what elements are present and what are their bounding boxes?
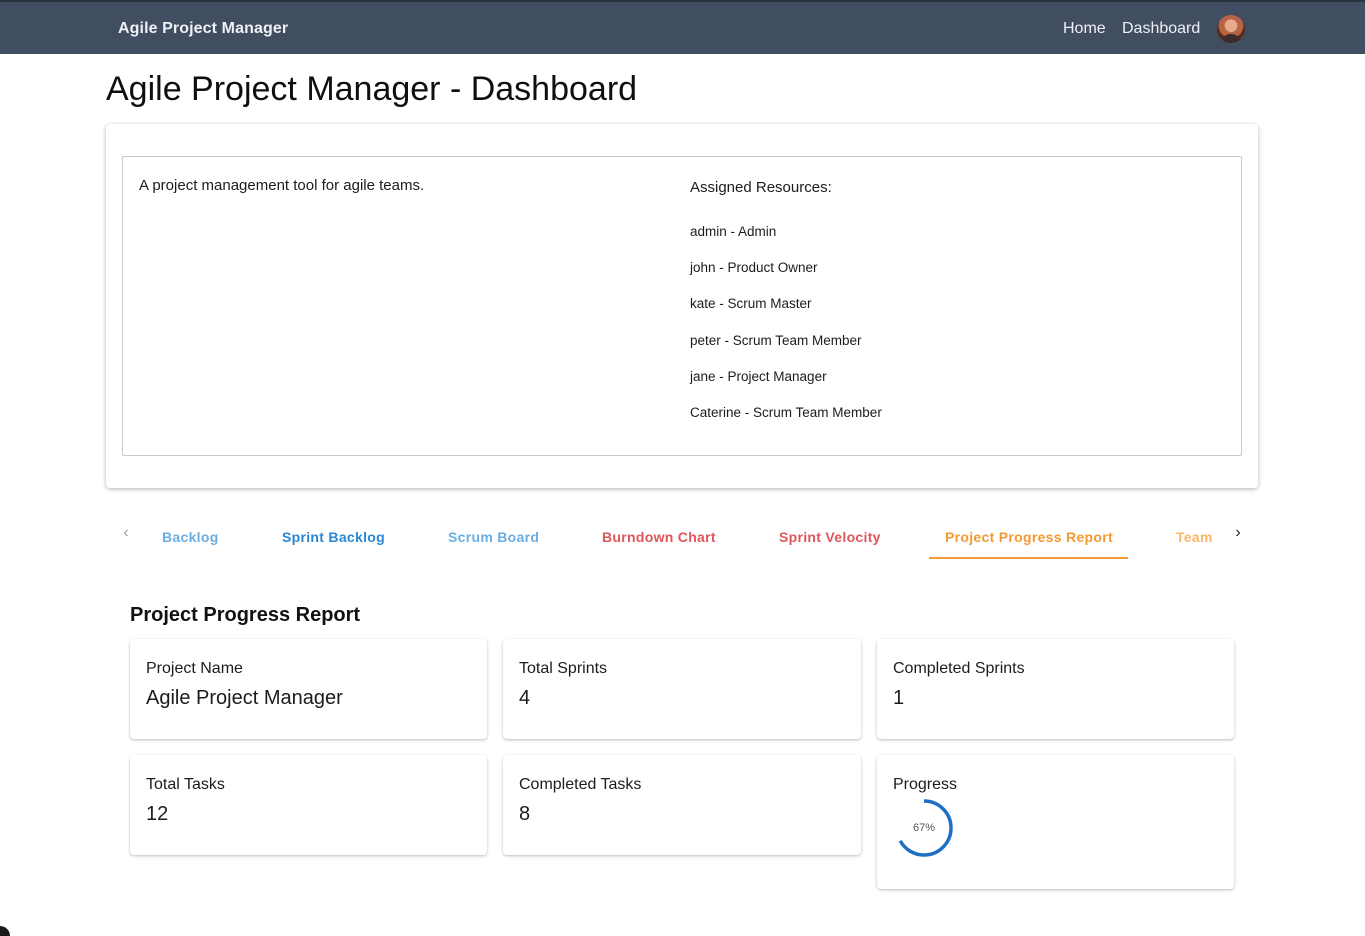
progress-percent: 67% xyxy=(912,822,936,834)
stat-value: 1 xyxy=(893,687,905,709)
stat-label: Completed Sprints xyxy=(893,660,1025,677)
stat-label: Project Name xyxy=(146,660,243,677)
stat-value: 12 xyxy=(146,803,169,825)
project-info-card: A project management tool for agile team… xyxy=(106,124,1258,488)
stat-value: 8 xyxy=(519,803,531,825)
tab-project-progress-report[interactable]: Project Progress Report xyxy=(945,529,1113,545)
total-tasks-card: Total Tasks 12 xyxy=(130,755,487,855)
assigned-resources-title: Assigned Resources: xyxy=(690,179,832,196)
stat-label: Completed Tasks xyxy=(519,776,642,793)
resource-item: Caterine - Scrum Team Member xyxy=(690,404,882,420)
progress-card: Progress 67% xyxy=(877,755,1234,889)
top-navbar: Agile Project Manager Home Dashboard xyxy=(0,0,1365,54)
stat-value: Agile Project Manager xyxy=(146,687,343,709)
completed-sprints-card: Completed Sprints 1 xyxy=(877,639,1234,739)
window-corner xyxy=(0,926,10,936)
project-name-card: Project Name Agile Project Manager xyxy=(130,639,487,739)
project-info-panel: A project management tool for agile team… xyxy=(122,156,1242,456)
project-description: A project management tool for agile team… xyxy=(139,177,425,194)
completed-tasks-card: Completed Tasks 8 xyxy=(503,755,861,855)
report-title: Project Progress Report xyxy=(130,604,361,626)
brand-title[interactable]: Agile Project Manager xyxy=(118,20,288,38)
resource-item: kate - Scrum Master xyxy=(690,296,812,312)
chevron-left-icon[interactable]: ‹ xyxy=(118,524,134,542)
stat-value: 4 xyxy=(519,687,531,709)
resource-item: jane - Project Manager xyxy=(690,368,827,384)
nav-dashboard-link[interactable]: Dashboard xyxy=(1122,20,1200,38)
assigned-resources-list: admin - Admin john - Product Owner kate … xyxy=(690,224,882,442)
resource-item: peter - Scrum Team Member xyxy=(690,332,862,348)
tab-bar: ‹ Backlog Sprint Backlog Scrum Board Bur… xyxy=(106,512,1258,562)
tab-sprint-backlog[interactable]: Sprint Backlog xyxy=(282,529,385,545)
tab-burndown-chart[interactable]: Burndown Chart xyxy=(602,529,716,545)
stat-label: Total Tasks xyxy=(146,776,225,793)
chevron-right-icon[interactable]: › xyxy=(1230,524,1246,542)
resource-item: john - Product Owner xyxy=(690,260,818,276)
stat-label: Progress xyxy=(893,776,958,793)
active-tab-indicator xyxy=(929,557,1128,559)
nav-home-link[interactable]: Home xyxy=(1063,20,1106,38)
page-title: Agile Project Manager - Dashboard xyxy=(106,70,638,108)
tab-team[interactable]: Team xyxy=(1176,529,1213,545)
tab-scrum-board[interactable]: Scrum Board xyxy=(448,529,539,545)
tab-sprint-velocity[interactable]: Sprint Velocity xyxy=(779,529,881,545)
resource-item: admin - Admin xyxy=(690,224,777,239)
user-avatar[interactable] xyxy=(1217,15,1245,43)
stat-label: Total Sprints xyxy=(519,660,608,677)
total-sprints-card: Total Sprints 4 xyxy=(503,639,861,739)
tab-backlog[interactable]: Backlog xyxy=(162,529,219,545)
